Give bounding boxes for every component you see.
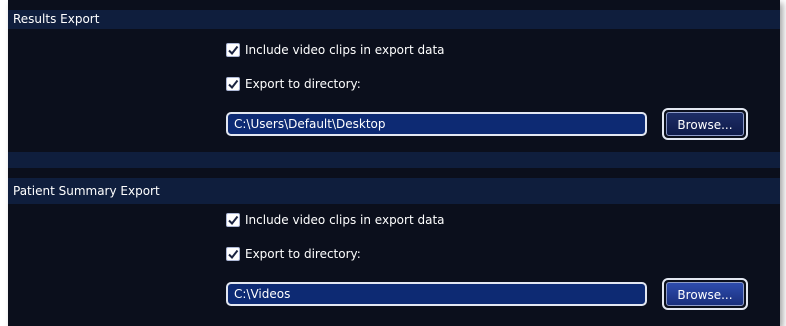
section-divider <box>8 152 780 168</box>
results-include-video-option[interactable]: Include video clips in export data <box>226 41 445 59</box>
checkmark-icon <box>228 79 239 90</box>
patient-include-video-option[interactable]: Include video clips in export data <box>226 211 445 229</box>
patient-include-video-label: Include video clips in export data <box>245 213 445 227</box>
results-include-video-checkbox[interactable] <box>226 43 240 57</box>
patient-browse-button[interactable]: Browse... <box>662 278 748 310</box>
checkmark-icon <box>228 249 239 260</box>
results-export-title: Results Export <box>13 12 100 26</box>
patient-browse-label: Browse... <box>666 282 744 306</box>
patient-export-dir-label: Export to directory: <box>245 247 361 261</box>
checkmark-icon <box>228 215 239 226</box>
patient-summary-export-title: Patient Summary Export <box>13 184 160 198</box>
checkmark-icon <box>228 45 239 56</box>
results-export-header: Results Export <box>8 10 780 29</box>
results-include-video-label: Include video clips in export data <box>245 43 445 57</box>
patient-include-video-checkbox[interactable] <box>226 213 240 227</box>
patient-summary-export-header: Patient Summary Export <box>8 178 780 204</box>
results-browse-button[interactable]: Browse... <box>662 108 748 140</box>
results-directory-input[interactable] <box>226 112 647 136</box>
patient-directory-input[interactable] <box>226 282 647 306</box>
patient-export-dir-option[interactable]: Export to directory: <box>226 245 361 263</box>
results-export-dir-checkbox[interactable] <box>226 77 240 91</box>
results-browse-label: Browse... <box>666 112 744 136</box>
results-export-dir-label: Export to directory: <box>245 77 361 91</box>
export-settings-panel: Results Export Include video clips in ex… <box>8 0 780 326</box>
patient-export-dir-checkbox[interactable] <box>226 247 240 261</box>
results-export-dir-option[interactable]: Export to directory: <box>226 75 361 93</box>
